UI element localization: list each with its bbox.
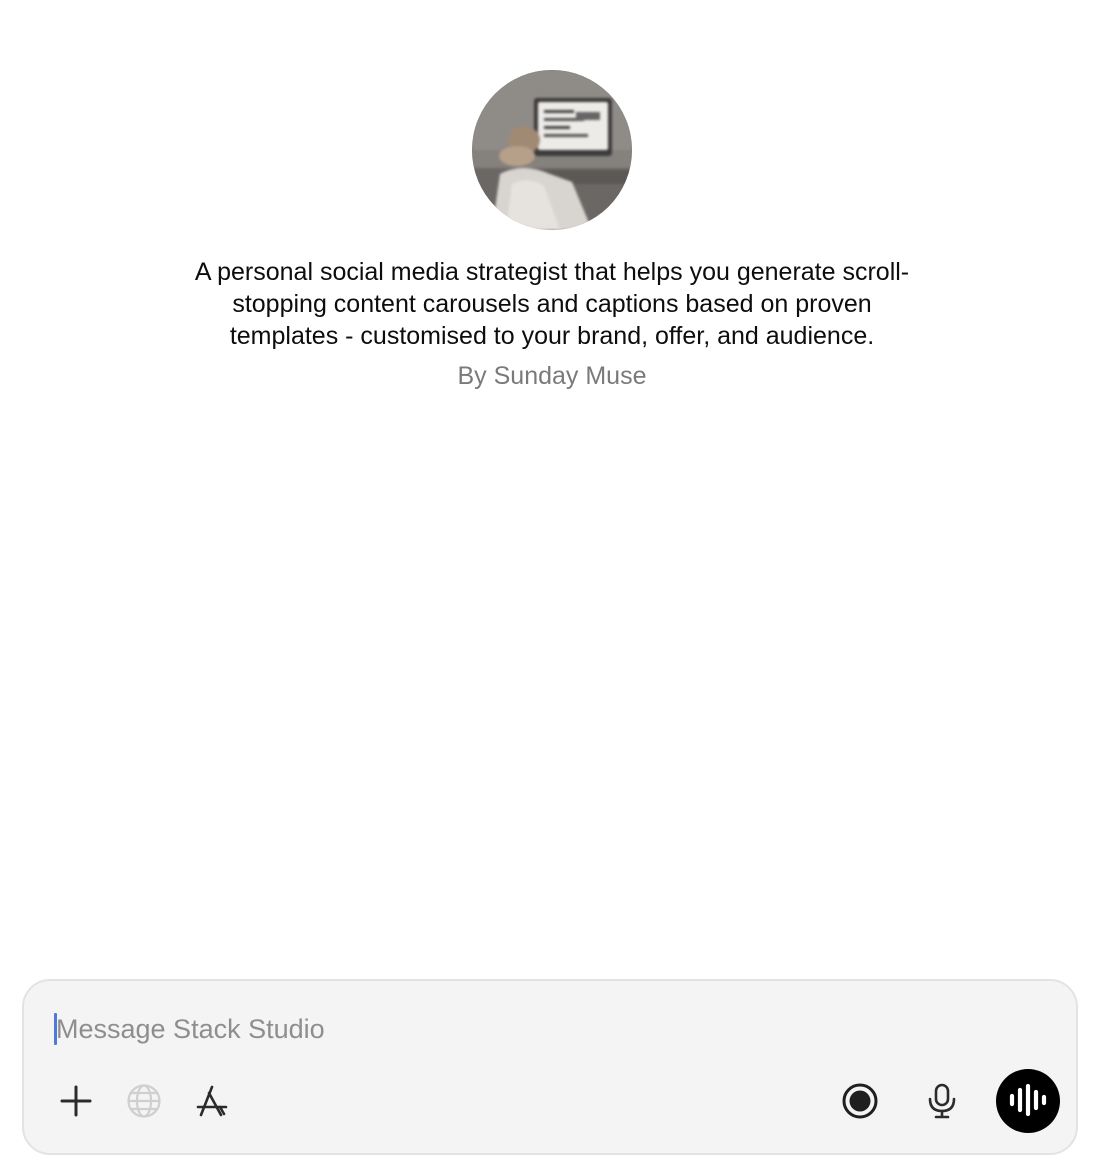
- gpt-avatar: [472, 70, 632, 230]
- attach-button[interactable]: [52, 1077, 100, 1125]
- gpt-profile: A personal social media strategist that …: [0, 70, 1104, 392]
- gpt-author: By Sunday Muse: [457, 362, 647, 390]
- app-store-icon: [194, 1083, 230, 1119]
- composer-toolbar-left: [52, 1077, 236, 1125]
- tools-button[interactable]: [188, 1077, 236, 1125]
- record-button[interactable]: [836, 1077, 884, 1125]
- globe-icon: [126, 1083, 162, 1119]
- voice-waveform-icon: [1008, 1083, 1048, 1119]
- plus-icon: [59, 1084, 93, 1118]
- chat-page: A personal social media strategist that …: [0, 0, 1104, 1172]
- gpt-description: A personal social media strategist that …: [194, 258, 910, 350]
- dictate-button[interactable]: [918, 1077, 966, 1125]
- web-search-button[interactable]: [120, 1077, 168, 1125]
- microphone-icon: [925, 1082, 959, 1120]
- input-row: [54, 1009, 1046, 1049]
- message-composer: [22, 979, 1078, 1155]
- voice-mode-button[interactable]: [996, 1069, 1060, 1133]
- record-icon: [841, 1082, 879, 1120]
- message-input[interactable]: [56, 1009, 956, 1049]
- composer-toolbar-right: [836, 1069, 1060, 1133]
